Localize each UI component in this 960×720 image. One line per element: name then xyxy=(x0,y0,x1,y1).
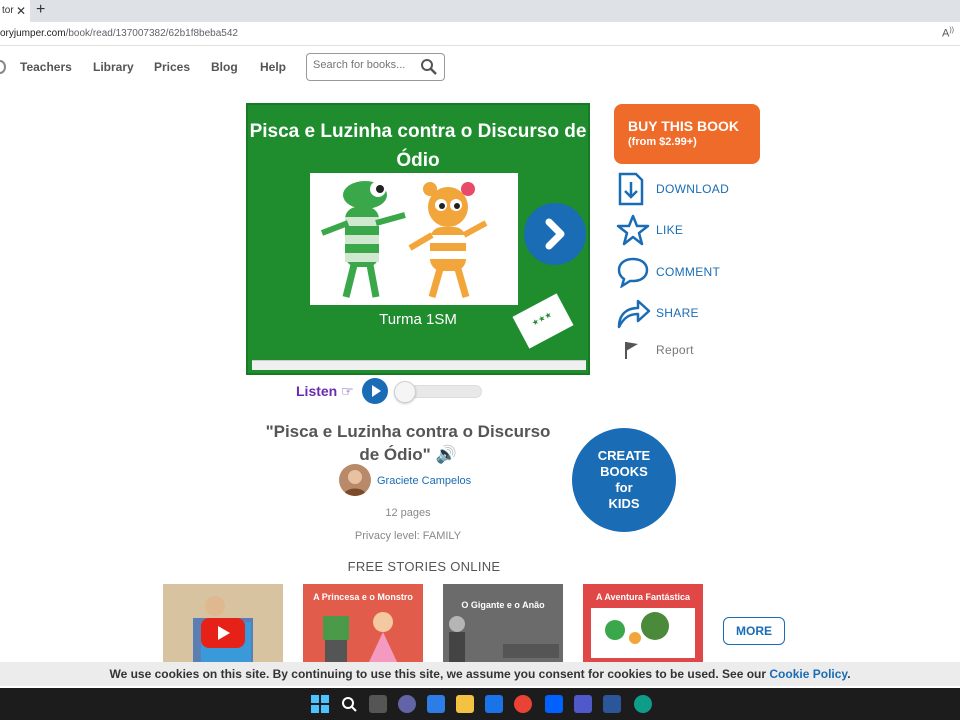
nav-help[interactable]: Help xyxy=(260,60,286,74)
cookie-policy-link[interactable]: Cookie Policy xyxy=(769,667,847,681)
publisher-stamp: ★★★ xyxy=(512,293,574,349)
share-label: SHARE xyxy=(656,306,699,320)
story-thumb-princesa[interactable]: A Princesa e o Monstro xyxy=(303,584,423,662)
flag-icon xyxy=(625,342,638,359)
speaker-icon[interactable]: 🔊 xyxy=(435,445,456,464)
next-page-button[interactable] xyxy=(524,203,586,265)
nav-prices[interactable]: Prices xyxy=(154,60,190,74)
avatar[interactable] xyxy=(339,464,371,496)
browser-tab-bar: tor ✕ + xyxy=(0,0,960,22)
share-action[interactable]: SHARE xyxy=(616,296,699,333)
chrome-icon[interactable] xyxy=(514,695,532,713)
search-icon[interactable] xyxy=(420,58,438,76)
like-action[interactable]: LIKE xyxy=(616,214,683,249)
privacy-level: Privacy level: FAMILY xyxy=(354,530,462,542)
folder-icon[interactable] xyxy=(456,695,474,713)
comment-action[interactable]: COMMENT xyxy=(616,256,720,291)
share-icon xyxy=(617,299,651,329)
buy-book-button[interactable]: BUY THIS BOOK (from $2.99+) xyxy=(614,104,760,164)
download-action[interactable]: DOWNLOAD xyxy=(616,172,729,209)
star-icon xyxy=(616,214,650,246)
taskbar xyxy=(0,688,960,720)
store-icon[interactable] xyxy=(427,695,445,713)
story-thumb-aventura[interactable]: A Aventura Fantástica xyxy=(583,584,703,662)
free-stories-heading: FREE STORIES ONLINE xyxy=(347,559,501,574)
like-label: LIKE xyxy=(656,223,684,237)
audio-slider-knob[interactable] xyxy=(394,381,416,403)
play-icon xyxy=(372,385,381,397)
comment-icon xyxy=(617,257,649,289)
nav-teachers[interactable]: Teachers xyxy=(20,60,72,74)
search-icon[interactable] xyxy=(340,695,358,713)
hand-pointer-icon: ☞ xyxy=(341,383,354,399)
story-thumb-video[interactable] xyxy=(163,584,283,662)
book-title: "Pisca e Luzinha contra o Discurso de Ód… xyxy=(265,422,551,464)
report-label: Report xyxy=(656,343,694,357)
cover-illustration xyxy=(310,173,518,305)
browser-tab[interactable]: tor ✕ xyxy=(0,0,30,22)
teams-icon[interactable] xyxy=(574,695,592,713)
windows-start-icon[interactable] xyxy=(311,695,329,713)
url-domain: oryjumper.com xyxy=(0,28,66,39)
read-aloud-icon[interactable]: A)) xyxy=(942,27,954,40)
book-cover: Pisca e Luzinha contra o Discurso de Ódi… xyxy=(246,103,590,375)
chat-icon[interactable] xyxy=(398,695,416,713)
edge-icon[interactable] xyxy=(634,695,652,713)
download-icon xyxy=(618,172,644,206)
cookie-banner: We use cookies on this site. By continui… xyxy=(0,662,960,686)
book-edge xyxy=(252,360,586,370)
nav-library[interactable]: Library xyxy=(93,60,134,74)
listen-label[interactable]: Listen ☞ xyxy=(296,383,354,400)
create-books-button[interactable]: CREATE BOOKS for KIDS xyxy=(572,428,676,532)
video-play-icon[interactable] xyxy=(201,618,245,648)
address-bar[interactable]: oryjumper.com/book/read/137007382/62b1f8… xyxy=(0,22,960,46)
page-count: 12 pages xyxy=(385,507,431,519)
search-box[interactable] xyxy=(306,53,445,81)
comment-label: COMMENT xyxy=(656,265,721,279)
close-icon[interactable]: ✕ xyxy=(16,4,26,18)
story-thumb-gigante[interactable]: O Gigante e o Anão xyxy=(443,584,563,662)
new-tab-icon[interactable]: + xyxy=(36,1,45,19)
dropbox-icon[interactable] xyxy=(545,695,563,713)
word-icon[interactable] xyxy=(603,695,621,713)
mail-icon[interactable] xyxy=(485,695,503,713)
nav-blog[interactable]: Blog xyxy=(211,60,238,74)
tab-title: tor xyxy=(2,5,14,16)
url-path: /book/read/137007382/62b1f8beba542 xyxy=(65,28,238,39)
more-stories-button[interactable]: MORE xyxy=(723,617,785,645)
play-button[interactable] xyxy=(362,378,388,404)
download-label: DOWNLOAD xyxy=(656,182,730,196)
author-link[interactable]: Graciete Campelos xyxy=(377,475,471,487)
search-input[interactable] xyxy=(313,59,418,71)
cover-title: Pisca e Luzinha contra o Discurso de Ódi… xyxy=(249,121,587,171)
task-view-icon[interactable] xyxy=(369,695,387,713)
chevron-right-icon xyxy=(545,218,565,250)
report-action[interactable]: Report xyxy=(616,340,694,363)
site-logo[interactable] xyxy=(0,60,6,74)
